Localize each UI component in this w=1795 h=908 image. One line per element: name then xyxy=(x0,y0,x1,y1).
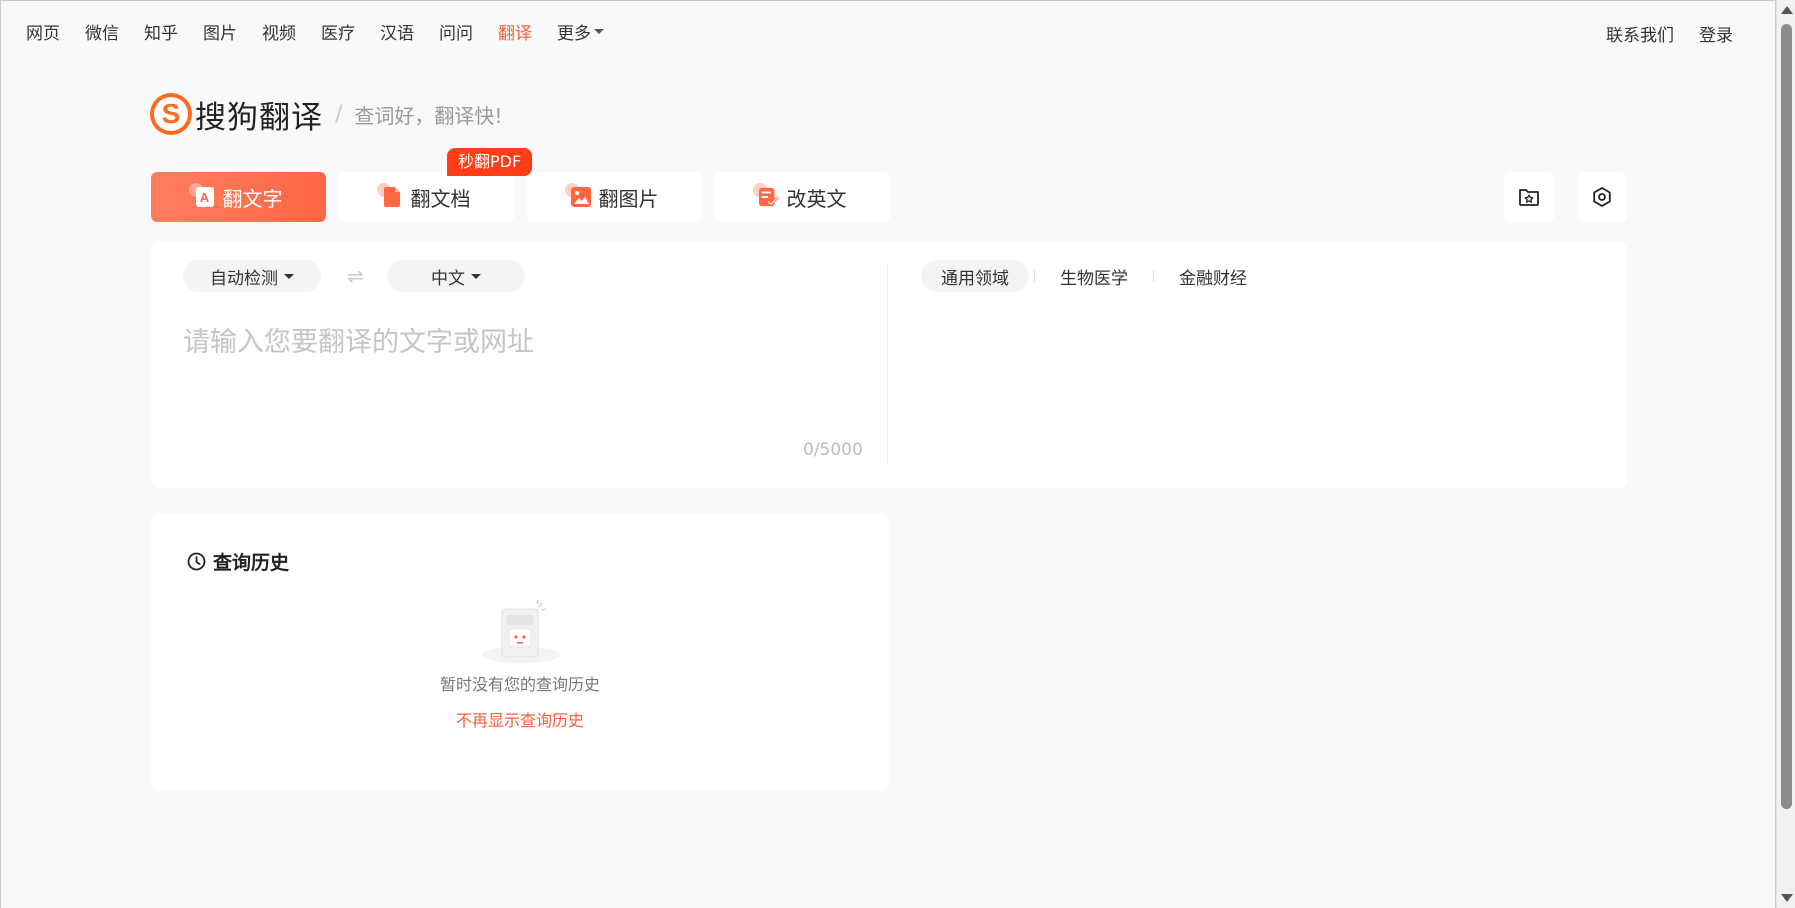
target-language-label: 中文 xyxy=(431,268,465,289)
source-language-label: 自动检测 xyxy=(210,268,278,289)
scroll-thumb[interactable] xyxy=(1781,24,1792,809)
nav-more[interactable]: 更多 xyxy=(557,19,604,44)
top-nav: 网页 微信 知乎 图片 视频 医疗 汉语 问问 翻译 更多 xyxy=(26,18,629,44)
logo-letter: S xyxy=(161,98,181,129)
nav-weixin[interactable]: 微信 xyxy=(85,19,119,44)
history-card: 查询历史 暂时没有您的查询历史 不再显示查询历史 xyxy=(151,514,889,790)
caret-down-icon xyxy=(594,28,604,34)
history-title: 查询历史 xyxy=(213,552,290,574)
brand-name[interactable]: 搜狗翻译 xyxy=(195,92,323,137)
domain-general[interactable]: 通用领域 xyxy=(921,260,1029,292)
sogou-logo-icon[interactable]: S xyxy=(150,93,192,135)
gear-icon xyxy=(1593,187,1611,207)
char-counter: 0/5000 xyxy=(803,440,863,460)
edit-english-icon xyxy=(752,183,779,208)
tab-edit-english[interactable]: 改英文 xyxy=(715,172,890,222)
tab-label: 翻文字 xyxy=(222,186,283,211)
domain-separator xyxy=(1153,270,1154,282)
brand-slash: / xyxy=(335,101,343,127)
tab-label: 翻图片 xyxy=(598,186,659,211)
caret-down-icon xyxy=(284,273,294,279)
domain-finance[interactable]: 金融财经 xyxy=(1159,260,1267,292)
empty-history-illustration-icon xyxy=(481,599,561,663)
contact-us-link[interactable]: 联系我们 xyxy=(1606,21,1674,46)
login-link[interactable]: 登录 xyxy=(1699,21,1733,46)
nav-video[interactable]: 视频 xyxy=(262,19,296,44)
domain-biomedical[interactable]: 生物医学 xyxy=(1040,260,1148,292)
favorites-folder-icon xyxy=(1519,189,1539,206)
tab-translate-text[interactable]: A 翻文字 xyxy=(151,172,326,222)
settings-button[interactable] xyxy=(1577,172,1627,222)
brand-header: S 搜狗翻译 / 查词好，翻译快! xyxy=(150,91,502,137)
scroll-up-icon[interactable] xyxy=(1781,6,1793,14)
swap-languages-icon[interactable]: ⇌ xyxy=(347,264,364,288)
mode-tabs: A 翻文字 翻文档 翻图片 改英文 xyxy=(151,172,890,222)
domain-separator xyxy=(1034,270,1035,282)
target-language-select[interactable]: 中文 xyxy=(387,260,525,292)
favorites-button[interactable] xyxy=(1504,172,1554,222)
document-icon xyxy=(376,183,403,208)
nav-more-label: 更多 xyxy=(557,23,591,44)
domain-selector: 通用领域 生物医学 金融财经 xyxy=(921,260,1267,292)
panel-divider xyxy=(887,264,888,464)
browser-viewport: 网页 微信 知乎 图片 视频 医疗 汉语 问问 翻译 更多 联系我们 登录 S … xyxy=(0,0,1776,908)
nav-translate[interactable]: 翻译 xyxy=(498,19,532,44)
pdf-promo-badge[interactable]: 秒翻PDF xyxy=(447,148,533,176)
tab-translate-document[interactable]: 翻文档 xyxy=(339,172,514,222)
top-right-links: 联系我们 登录 xyxy=(1606,21,1733,46)
empty-history-text: 暂时没有您的查询历史 xyxy=(439,675,600,694)
image-icon xyxy=(564,183,591,208)
source-language-select[interactable]: 自动检测 xyxy=(183,260,321,292)
nav-web[interactable]: 网页 xyxy=(26,19,60,44)
clock-icon xyxy=(187,552,206,571)
hide-history-link[interactable]: 不再显示查询历史 xyxy=(151,707,889,731)
nav-medical[interactable]: 医疗 xyxy=(321,19,355,44)
history-header: 查询历史 xyxy=(187,548,289,575)
caret-down-icon xyxy=(471,273,481,279)
tab-label: 翻文档 xyxy=(410,186,471,211)
scroll-down-icon[interactable] xyxy=(1781,894,1793,902)
translation-panel: 自动检测 ⇌ 中文 0/5000 通用领域 生物医学 金融财经 xyxy=(151,242,1627,488)
scrollbar[interactable] xyxy=(1776,0,1795,908)
nav-zhihu[interactable]: 知乎 xyxy=(144,19,178,44)
nav-hanyu[interactable]: 汉语 xyxy=(380,19,414,44)
source-text-input[interactable] xyxy=(183,320,863,410)
nav-wenwen[interactable]: 问问 xyxy=(439,19,473,44)
tab-label: 改英文 xyxy=(786,186,847,211)
text-translate-icon: A xyxy=(188,183,215,208)
nav-images[interactable]: 图片 xyxy=(203,19,237,44)
brand-slogan: 查词好，翻译快! xyxy=(354,103,503,128)
tab-translate-image[interactable]: 翻图片 xyxy=(527,172,702,222)
